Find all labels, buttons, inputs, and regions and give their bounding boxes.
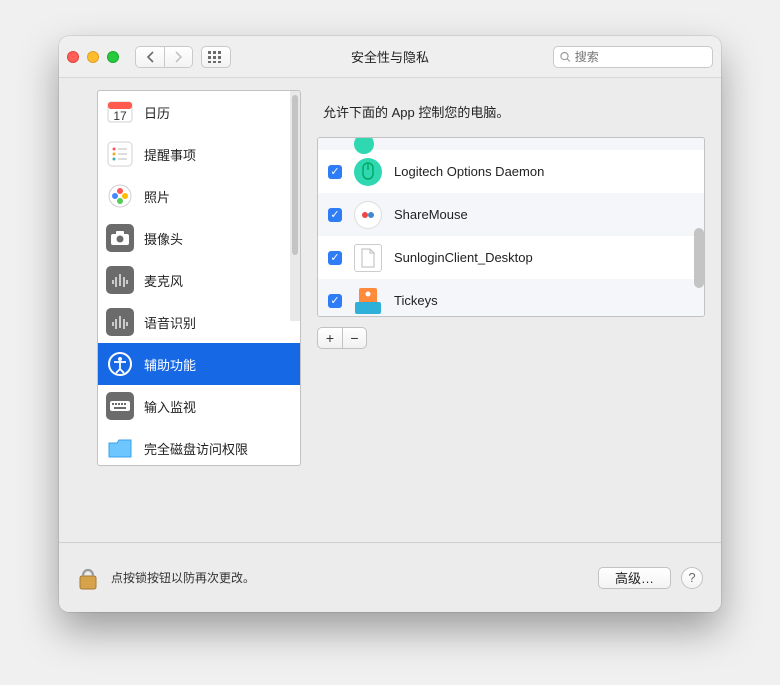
sidebar-item-photos[interactable]: 照片 — [98, 175, 300, 217]
sidebar-item-calendar[interactable]: 17 日历 — [98, 91, 300, 133]
add-button[interactable]: + — [318, 328, 342, 348]
app-list: ✓ Logitech Options Daemon ✓ ShareMouse — [317, 137, 705, 317]
lock-icon[interactable] — [77, 564, 99, 592]
sidebar-item-reminders[interactable]: 提醒事项 — [98, 133, 300, 175]
plus-icon: + — [326, 330, 334, 346]
search-field[interactable] — [553, 46, 713, 68]
list-item[interactable]: ✓ SunloginClient_Desktop — [318, 236, 704, 279]
help-button[interactable]: ? — [681, 567, 703, 589]
sidebar-item-label: 输入监视 — [144, 397, 196, 416]
sidebar-item-label: 麦克风 — [144, 271, 183, 290]
full-disk-icon — [106, 434, 134, 462]
close-window-button[interactable] — [67, 51, 79, 63]
list-item[interactable]: ✓ ShareMouse — [318, 193, 704, 236]
app-list-scrollbar[interactable] — [694, 228, 704, 288]
sidebar-item-label: 摄像头 — [144, 229, 183, 248]
window-controls — [67, 51, 119, 63]
back-button[interactable] — [136, 47, 164, 67]
chevron-right-icon — [174, 51, 183, 63]
privacy-sidebar: 17 日历 提醒事项 照片 — [97, 90, 301, 466]
chevron-left-icon — [146, 51, 155, 63]
sharemouse-icon — [354, 201, 382, 229]
button-label: 高级… — [615, 568, 654, 587]
sidebar-item-label: 日历 — [144, 103, 170, 122]
forward-button[interactable] — [164, 47, 192, 67]
accessibility-detail: 允许下面的 App 控制您的电脑。 ✓ Logitech Options Dae… — [317, 90, 705, 466]
sidebar-item-accessibility[interactable]: 辅助功能 — [98, 343, 300, 385]
sidebar-item-label: 语音识别 — [144, 313, 196, 332]
app-name: Logitech Options Daemon — [394, 164, 544, 179]
photos-icon — [106, 182, 134, 210]
list-item[interactable]: ✓ Logitech Options Daemon — [318, 150, 704, 193]
privacy-panel: 17 日历 提醒事项 照片 — [75, 84, 705, 556]
grid-icon — [208, 51, 224, 63]
speech-icon — [106, 308, 134, 336]
tickeys-icon — [354, 287, 382, 315]
help-icon: ? — [688, 570, 695, 585]
checkbox[interactable]: ✓ — [328, 165, 342, 179]
input-monitor-icon — [106, 392, 134, 420]
sidebar-item-camera[interactable]: 摄像头 — [98, 217, 300, 259]
lock-note: 点按锁按钮以防再次更改。 — [111, 569, 255, 586]
show-all-button[interactable] — [201, 46, 231, 68]
sidebar-item-label: 完全磁盘访问权限 — [144, 439, 248, 458]
titlebar: 安全性与隐私 — [59, 36, 721, 78]
sidebar-item-label: 辅助功能 — [144, 355, 196, 374]
sidebar-scrollbar[interactable] — [290, 91, 300, 321]
sidebar-item-microphone[interactable]: 麦克风 — [98, 259, 300, 301]
nav-back-forward — [135, 46, 193, 68]
minus-icon: − — [350, 330, 358, 346]
add-remove-group: + − — [317, 327, 367, 349]
camera-icon — [106, 224, 134, 252]
reminders-icon — [106, 140, 134, 168]
sidebar-item-full-disk[interactable]: 完全磁盘访问权限 — [98, 427, 300, 466]
search-input[interactable] — [575, 50, 706, 64]
checkbox[interactable]: ✓ — [328, 251, 342, 265]
advanced-button[interactable]: 高级… — [598, 567, 671, 589]
list-item[interactable]: ✓ Tickeys — [318, 279, 704, 317]
generic-app-icon — [354, 244, 382, 272]
app-name: Tickeys — [394, 293, 438, 308]
sidebar-item-input-monitoring[interactable]: 输入监视 — [98, 385, 300, 427]
sidebar-item-label: 提醒事项 — [144, 145, 196, 164]
list-item[interactable] — [318, 138, 704, 150]
allow-description: 允许下面的 App 控制您的电脑。 — [323, 102, 699, 121]
sidebar-item-label: 照片 — [144, 187, 170, 206]
remove-button[interactable]: − — [342, 328, 366, 348]
preferences-window: 安全性与隐私 通用 文件保险箱 防火墙 隐私 17 日 — [59, 36, 721, 612]
zoom-window-button[interactable] — [107, 51, 119, 63]
bottom-bar: 点按锁按钮以防再次更改。 高级… ? — [59, 542, 721, 612]
sidebar-item-speech[interactable]: 语音识别 — [98, 301, 300, 343]
checkbox[interactable]: ✓ — [328, 294, 342, 308]
calendar-icon: 17 — [106, 98, 134, 126]
minimize-window-button[interactable] — [87, 51, 99, 63]
app-name: SunloginClient_Desktop — [394, 250, 533, 265]
svg-text:17: 17 — [113, 109, 127, 123]
microphone-icon — [106, 266, 134, 294]
checkbox[interactable]: ✓ — [328, 208, 342, 222]
app-name: ShareMouse — [394, 207, 468, 222]
accessibility-icon — [106, 350, 134, 378]
mouse-icon — [354, 158, 382, 186]
sidebar-list: 17 日历 提醒事项 照片 — [98, 91, 300, 466]
search-icon — [560, 51, 571, 63]
content-area: 通用 文件保险箱 防火墙 隐私 17 日历 — [59, 78, 721, 612]
